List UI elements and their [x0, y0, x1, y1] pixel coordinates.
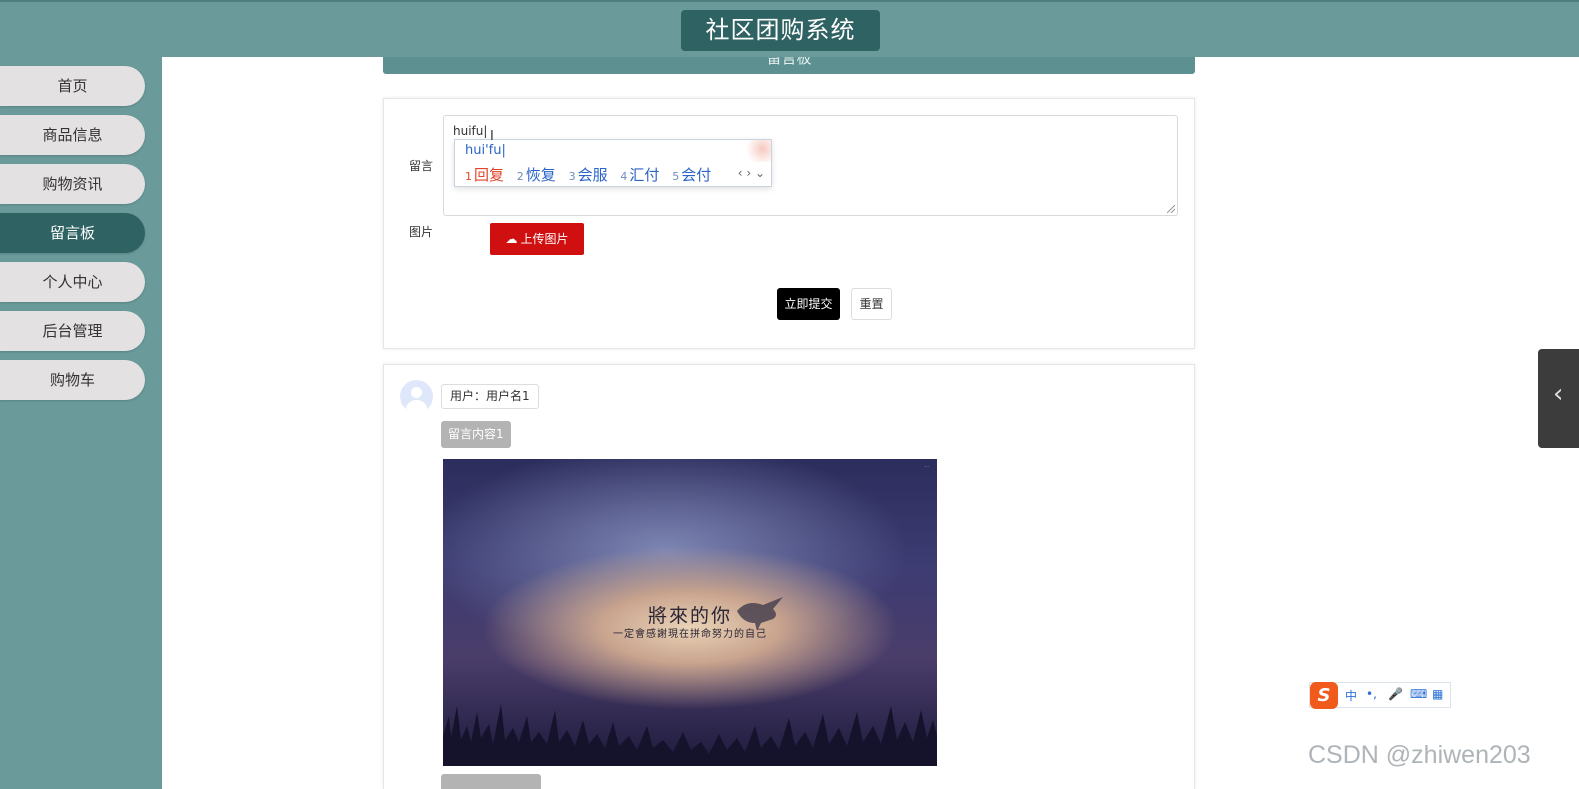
site-title: 社区团购系统 [681, 10, 880, 51]
ime-decoration [743, 140, 771, 162]
mouse-ibeam-cursor: I [490, 129, 494, 144]
ime-candidate[interactable]: 3 会服 [569, 166, 608, 184]
sogou-logo-icon[interactable]: S [1310, 682, 1338, 709]
microphone-icon[interactable]: 🎤 [1388, 687, 1403, 701]
sidebar-item-profile[interactable]: 个人中心 [0, 262, 145, 302]
grass-silhouette [443, 704, 937, 766]
ime-candidate-popup: hui'fu| 1 回复 2 恢复 3 会服 4 汇付 5 会付 ‹ › ⌄ [454, 139, 772, 187]
message-content: 留言内容1 [441, 421, 511, 448]
sidebar-item-admin[interactable]: 后台管理 [0, 311, 145, 351]
message-label: 留言 [409, 159, 434, 173]
ime-lang-toggle[interactable]: 中 [1345, 687, 1357, 704]
image-title-text: 將來的你 [647, 605, 732, 627]
sidebar-item-message-board[interactable]: 留言板 [0, 213, 145, 253]
apps-grid-icon[interactable]: ▦ [1432, 687, 1443, 701]
message-text: huifu [453, 124, 484, 138]
chevron-left-icon: ‹ [1553, 379, 1564, 409]
reset-button[interactable]: 重置 [851, 288, 892, 320]
keyboard-icon[interactable]: ⌨ [1410, 687, 1427, 701]
ime-toolbar: S 中 •, 🎤 ⌨ ▦ [1309, 682, 1451, 709]
resize-handle[interactable] [1167, 205, 1175, 213]
submit-button[interactable]: 立即提交 [777, 288, 840, 320]
message-user: 用户：用户名1 [441, 384, 539, 409]
image-corner-mark: ··· [924, 464, 929, 470]
upload-image-button[interactable]: ☁ 上传图片 [490, 223, 584, 255]
message-list: 用户：用户名1 留言内容1 ··· 將來的你 一定會感謝現在拼命努力的自己 [383, 364, 1195, 789]
upload-label: 上传图片 [520, 232, 569, 246]
sidebar-nav: 首页 商品信息 购物资讯 留言板 个人中心 后台管理 购物车 [0, 57, 162, 789]
section-title: 留言板 [766, 57, 812, 67]
ime-candidate[interactable]: 5 会付 [672, 166, 711, 184]
user-avatar-icon [400, 380, 433, 413]
top-header: 社区团购系统 [0, 0, 1579, 57]
sidebar-item-products[interactable]: 商品信息 [0, 115, 145, 155]
ime-candidate[interactable]: 4 汇付 [620, 166, 659, 184]
sidebar-item-home[interactable]: 首页 [0, 66, 145, 106]
reply-tag [441, 774, 541, 789]
cloud-upload-icon: ☁ [505, 232, 518, 246]
ime-candidate-list: 1 回复 2 恢复 3 会服 4 汇付 5 会付 [465, 164, 719, 185]
message-image[interactable]: ··· 將來的你 一定會感謝現在拼命努力的自己 [443, 459, 937, 766]
ime-candidate[interactable]: 1 回复 [465, 166, 504, 184]
message-form: 留言 huifu| hui'fu| 1 回复 2 恢复 3 会服 4 汇付 5 会付 ‹ … [383, 98, 1195, 349]
punctuation-icon[interactable]: •, [1366, 687, 1377, 701]
sidebar-item-news[interactable]: 购物资讯 [0, 164, 145, 204]
watermark-text: CSDN @zhiwen203 [1308, 741, 1531, 769]
ime-composition: hui'fu| [465, 143, 506, 158]
image-label: 图片 [409, 225, 434, 239]
image-subtitle-text: 一定會感謝現在拼命努力的自己 [613, 629, 767, 640]
sidebar-item-cart[interactable]: 购物车 [0, 360, 145, 400]
section-title-bar: 留言板 [383, 57, 1195, 74]
text-caret: | [483, 124, 488, 138]
side-collapse-tab[interactable]: ‹ [1538, 349, 1579, 448]
ime-candidate[interactable]: 2 恢复 [517, 166, 556, 184]
ime-page-nav[interactable]: ‹ › ⌄ [738, 166, 765, 180]
